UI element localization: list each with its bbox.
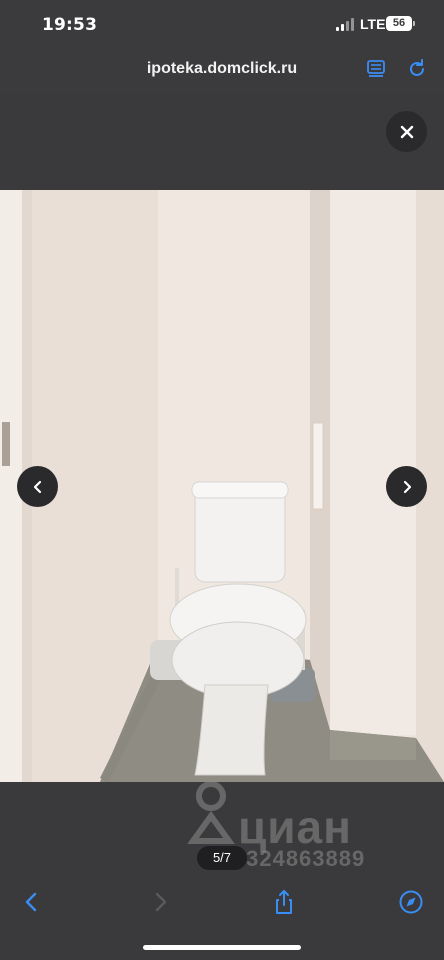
chevron-right-icon	[403, 480, 411, 493]
next-photo-button[interactable]	[386, 466, 427, 507]
close-icon	[400, 125, 413, 138]
back-chevron-icon[interactable]	[18, 888, 46, 916]
status-bar: 19:53 LTE 56	[0, 0, 444, 48]
forward-chevron-icon[interactable]	[146, 888, 174, 916]
photo-counter: 5/7	[197, 846, 247, 870]
gallery-photo[interactable]	[0, 190, 444, 782]
close-button[interactable]	[386, 111, 427, 152]
browser-url-bar: ipoteka.domclick.ru	[0, 48, 444, 94]
network-type: LTE	[360, 16, 386, 32]
compass-icon[interactable]	[397, 888, 425, 916]
status-time: 19:53	[42, 15, 98, 35]
battery-level: 56	[392, 17, 406, 29]
share-icon[interactable]	[270, 888, 298, 916]
gallery-header-area	[0, 94, 444, 190]
battery-icon: 56	[386, 16, 415, 31]
reader-mode-icon[interactable]	[365, 58, 387, 80]
bathroom-photo-image	[0, 190, 444, 782]
home-indicator	[143, 945, 301, 950]
chevron-left-icon	[33, 480, 41, 493]
reload-icon[interactable]	[406, 58, 428, 80]
signal-icon	[336, 18, 356, 31]
previous-photo-button[interactable]	[17, 466, 58, 507]
